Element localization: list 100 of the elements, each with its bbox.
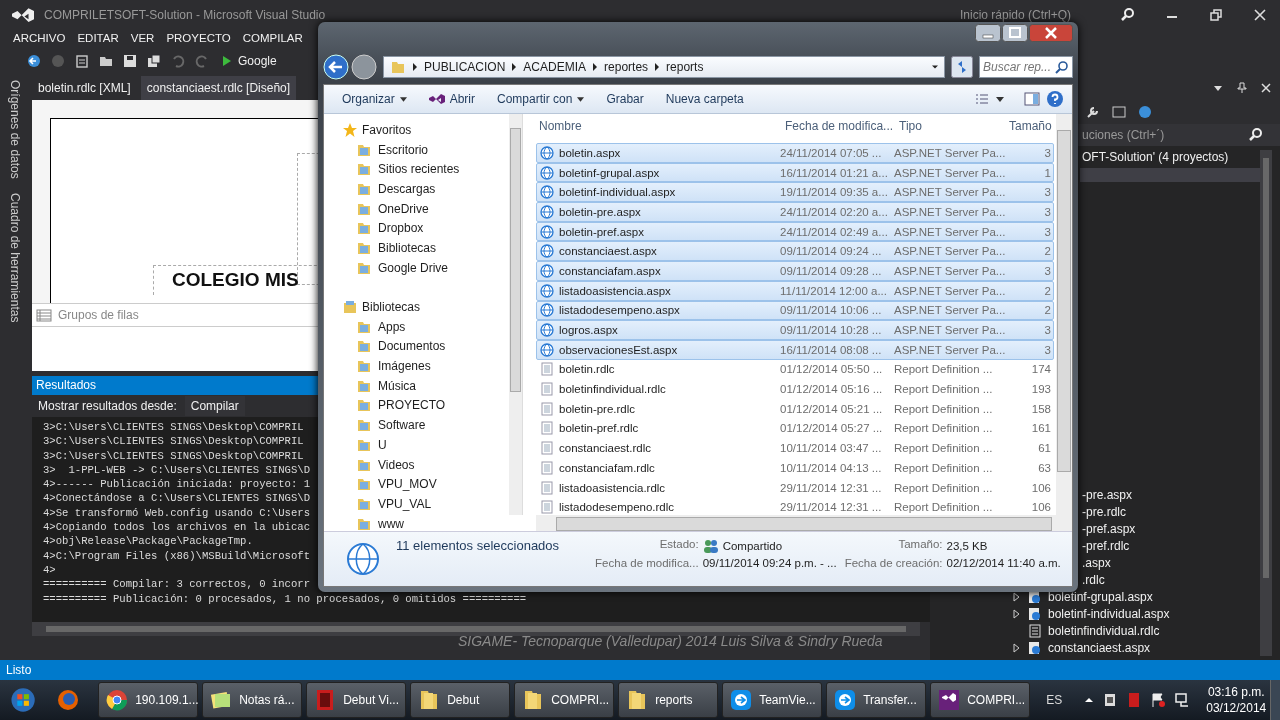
output-source-dropdown[interactable]: Compilar	[184, 396, 245, 416]
wrench-icon[interactable]	[1085, 104, 1101, 120]
command-button[interactable]: Nueva carpeta	[657, 90, 752, 108]
column-header[interactable]: Nombre	[523, 118, 781, 133]
new-project-icon[interactable]	[74, 53, 90, 69]
tree-item[interactable]: -pref.rdlc	[1082, 538, 1130, 553]
tree-item[interactable]: boletinf-individual.aspx	[1048, 606, 1170, 621]
file-row[interactable]: boletinf-grupal.aspx 16/11/2014 01:21 a... ASP.NET Server Pa... 1	[536, 162, 1054, 183]
tree-item[interactable]: boletinfindividual.rdlc	[1048, 623, 1160, 638]
file-row[interactable]: listadoasistencia.aspx 11/11/2014 12:00 a... ASP.NET Server Pa... 2	[536, 280, 1054, 301]
nav-item[interactable]: Música	[324, 375, 509, 396]
vertical-scrollbar[interactable]	[1056, 114, 1072, 515]
preview-icon[interactable]	[1111, 104, 1127, 120]
show-hidden-icons-icon[interactable]	[1084, 695, 1095, 705]
redo-icon[interactable]	[194, 53, 210, 69]
nav-item[interactable]: VPU_VAL	[324, 494, 509, 514]
nav-group[interactable]: Favoritos	[324, 120, 509, 140]
taskbar-button[interactable]: 190.109.1...	[98, 682, 199, 718]
menu-item[interactable]: EDITAR	[77, 32, 119, 44]
help-icon[interactable]	[1046, 90, 1064, 108]
tree-item[interactable]: boletinf-grupal.aspx	[1048, 589, 1153, 604]
expand-arrow-icon[interactable]	[1012, 608, 1022, 619]
forward-icon[interactable]	[351, 54, 377, 80]
chevron-icon[interactable]	[654, 63, 661, 71]
minimize-icon[interactable]	[975, 24, 1001, 42]
menu-item[interactable]: COMPILAR	[242, 32, 303, 44]
tree-item[interactable]: .aspx	[1082, 555, 1111, 570]
nav-item[interactable]: Documentos	[324, 336, 509, 357]
file-row[interactable]: logros.aspx 09/11/2014 10:28 ... ASP.NET Server Pa... 3	[536, 320, 1054, 340]
nav-item[interactable]: Sitios recientes	[324, 159, 509, 180]
search-field[interactable]: Buscar rep...	[979, 56, 1073, 78]
taskbar-button[interactable]: Debut	[410, 682, 511, 718]
tree-item[interactable]: constanciaest.aspx	[1048, 640, 1151, 655]
nav-item[interactable]: Descargas	[324, 179, 509, 199]
vertical-scrollbar[interactable]	[1260, 150, 1272, 656]
chevron-icon[interactable]	[412, 63, 418, 71]
save-icon[interactable]	[122, 53, 138, 69]
document-tab[interactable]: boletin.rdlc [XML]	[32, 76, 137, 100]
nav-item[interactable]: Dropbox	[324, 218, 509, 239]
back-icon[interactable]	[323, 54, 349, 80]
tree-item[interactable]: -pre.aspx	[1082, 487, 1133, 502]
run-button[interactable]: Google	[218, 54, 281, 68]
quick-launch-field[interactable]: Inicio rápido (Ctrl+Q)	[960, 8, 1110, 22]
file-row[interactable]: listadoasistencia.rdlc 29/11/2014 12:31 ... Report Definition ... 106	[536, 477, 1054, 498]
nav-item[interactable]: U	[324, 435, 509, 455]
taskbar-button[interactable]: Notas rá...	[202, 682, 303, 718]
menu-item[interactable]: ARCHIVO	[13, 32, 66, 44]
file-row[interactable]: constanciaest.aspx 09/11/2014 09:24 ... ASP.NET Server Pa... 2	[536, 241, 1054, 262]
file-row[interactable]: boletin-pref.rdlc 01/12/2014 05:27 ... Report Definition ... 161	[536, 418, 1054, 439]
expand-arrow-icon[interactable]	[1012, 642, 1022, 653]
nav-item[interactable]: OneDrive	[324, 198, 509, 219]
address-bar[interactable]: PUBLICACION ACADEMIA reportes reports	[383, 56, 945, 78]
refresh-icon[interactable]	[951, 56, 973, 78]
taskbar-button[interactable]: TeamVie...	[722, 682, 823, 718]
solution-node[interactable]: OFT-Solution' (4 proyectos)	[1082, 146, 1260, 168]
tree-item[interactable]: .rdlc	[1082, 572, 1105, 587]
side-tab[interactable]: Orígenes de datos	[8, 80, 22, 179]
nav-item[interactable]: Bibliotecas	[324, 238, 509, 258]
vertical-scrollbar[interactable]	[509, 114, 522, 515]
network-icon[interactable]	[1174, 692, 1191, 708]
file-row[interactable]: boletin-pre.rdlc 01/12/2014 05:21 ... Report Definition ... 158	[536, 398, 1054, 419]
tree-item[interactable]: -pre.rdlc	[1082, 504, 1126, 519]
taskbar-button[interactable]: Transfer...	[826, 682, 927, 718]
nav-item[interactable]: Escritorio	[324, 139, 509, 160]
file-row[interactable]: constanciaest.rdlc 10/11/2014 03:47 ... Report Definition ... 61	[536, 438, 1054, 458]
close-icon[interactable]	[1252, 7, 1268, 23]
solution-search-field[interactable]: uciones (Ctrl+´)	[1078, 124, 1280, 146]
flag-icon[interactable]	[1150, 692, 1167, 708]
preview-pane-icon[interactable]	[1024, 91, 1040, 107]
file-row[interactable]: observacionesEst.aspx 16/11/2014 08:08 ... ASP.NET Server Pa... 3	[536, 339, 1054, 360]
command-button[interactable]: Compartir con	[489, 90, 593, 108]
language-indicator[interactable]: ES	[1046, 693, 1063, 707]
close-icon[interactable]	[1029, 24, 1073, 42]
horizontal-scrollbar[interactable]	[32, 622, 920, 636]
column-header[interactable]: Tipo	[895, 118, 1005, 133]
tree-item[interactable]: -pref.aspx	[1082, 521, 1136, 536]
command-button[interactable]: Abrir	[420, 89, 484, 109]
clock-time[interactable]: 03:16 p.m.	[1207, 684, 1265, 700]
file-row[interactable]: boletinf-individual.aspx 19/11/2014 09:35 a... ASP.NET Server Pa... 3	[536, 182, 1054, 203]
chevron-icon[interactable]	[511, 63, 518, 71]
side-tab[interactable]: Cuadro de herramientas	[8, 192, 22, 323]
maximize-icon[interactable]	[1002, 24, 1028, 42]
horizontal-scrollbar[interactable]	[536, 515, 1072, 531]
chevron-icon[interactable]	[592, 63, 599, 71]
file-row[interactable]: listadodesempeno.rdlc 29/11/2014 12:31 ... Report Definition ... 106	[536, 497, 1054, 518]
menu-item[interactable]: VER	[130, 32, 155, 44]
browser-icon[interactable]	[56, 688, 81, 712]
expand-arrow-icon[interactable]	[1012, 591, 1022, 602]
pin-icon[interactable]	[1236, 82, 1248, 94]
nav-item[interactable]: Imágenes	[324, 356, 509, 376]
command-button[interactable]: Organizar	[334, 90, 415, 108]
column-header[interactable]: Fecha de modifica...	[781, 118, 895, 133]
column-header[interactable]: Tamaño	[1005, 118, 1056, 133]
command-button[interactable]: Grabar	[598, 90, 652, 108]
file-row[interactable]: constanciafam.rdlc 10/11/2014 04:13 ... Report Definition ... 63	[536, 458, 1054, 478]
undo-icon[interactable]	[170, 53, 186, 69]
nav-item[interactable]: PROYECTO	[324, 395, 509, 416]
nav-item[interactable]: Apps	[324, 316, 509, 337]
file-row[interactable]: boletin-pref.aspx 24/11/2014 02:49 a... ASP.NET Server Pa... 3	[536, 221, 1054, 242]
taskbar-button[interactable]: COMPRI...	[930, 682, 1031, 718]
